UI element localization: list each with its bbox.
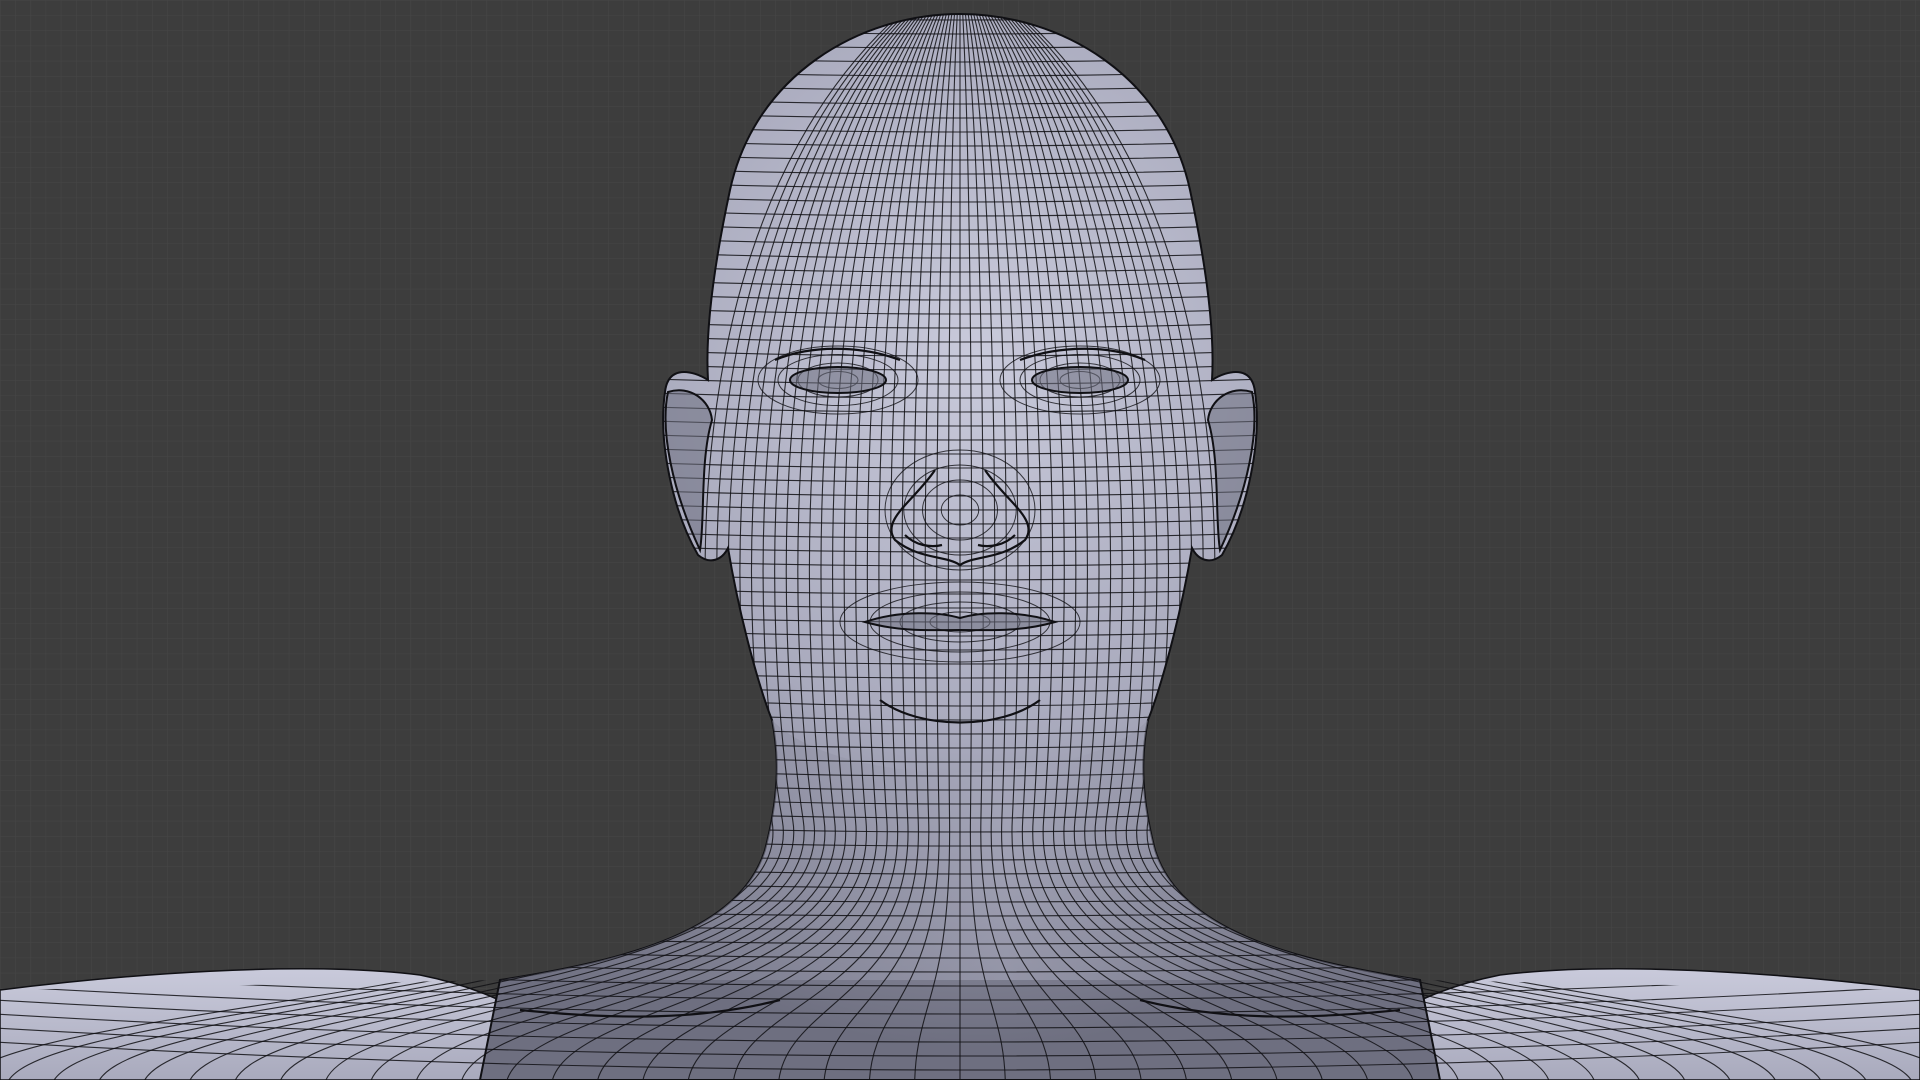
mesh-eye-left [789, 366, 887, 394]
3d-viewport[interactable] [0, 0, 1920, 1080]
viewport-canvas[interactable] [0, 0, 1920, 1080]
mesh-eye-right [1031, 366, 1129, 394]
